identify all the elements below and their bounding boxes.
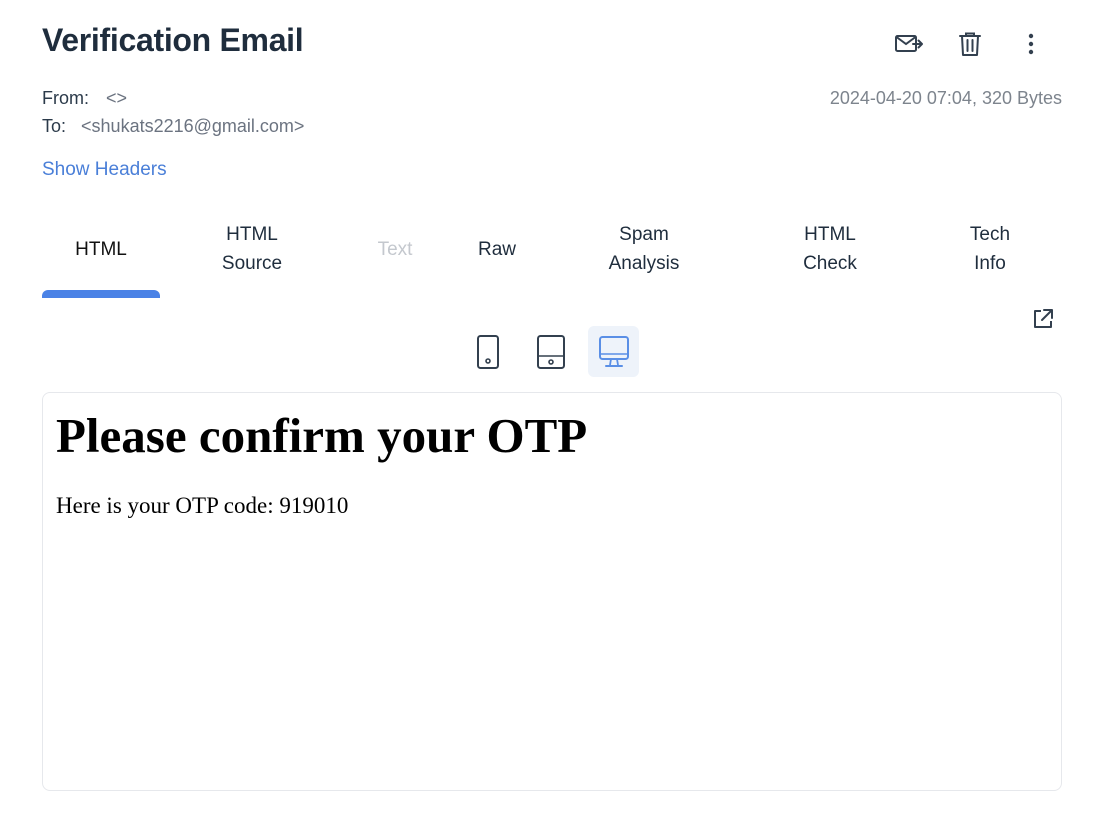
to-value: <shukats2216@gmail.com> [81, 116, 305, 136]
tab-html-source[interactable]: HTML Source [182, 208, 322, 290]
desktop-view-button[interactable] [588, 326, 639, 377]
email-subject: Verification Email [42, 22, 304, 58]
trash-icon [959, 32, 981, 56]
more-vertical-icon [1028, 33, 1034, 55]
desktop-icon [598, 335, 629, 367]
email-preview-frame: Please confirm your OTP Here is your OTP… [42, 392, 1062, 791]
external-link-icon [1034, 309, 1053, 328]
tab-spam-analysis[interactable]: Spam Analysis [580, 208, 708, 290]
preview-heading: Please confirm your OTP [56, 408, 588, 463]
open-in-new-window-button[interactable] [1031, 307, 1055, 331]
email-actions [868, 26, 1051, 62]
tab-html-check[interactable]: HTML Check [770, 208, 890, 290]
delete-button[interactable] [950, 26, 990, 62]
to-row: To: <shukats2216@gmail.com> [42, 116, 304, 137]
show-headers-link[interactable]: Show Headers [42, 159, 167, 181]
forward-mail-button[interactable] [889, 26, 929, 62]
to-label: To: [42, 116, 67, 136]
date-size: 2024-04-20 07:04, 320 Bytes [829, 88, 1062, 108]
forward-mail-icon [895, 35, 923, 52]
from-label: From: [42, 88, 89, 108]
tab-tech-info[interactable]: Tech Info [940, 208, 1040, 290]
device-preview-toggle [462, 326, 651, 377]
from-value: <> [106, 88, 128, 108]
tablet-view-button[interactable] [525, 326, 576, 377]
more-options-button[interactable] [1011, 26, 1051, 62]
tablet-icon [536, 334, 565, 369]
active-tab-indicator [42, 290, 160, 298]
from-row: From: <> [42, 88, 127, 109]
mobile-icon [476, 334, 499, 369]
mobile-view-button[interactable] [462, 326, 513, 377]
tab-html[interactable]: HTML [42, 208, 160, 290]
tab-raw[interactable]: Raw [456, 208, 538, 290]
view-tabs: HTML HTML Source Text Raw Spam Analysis … [42, 208, 1062, 298]
preview-body: Here is your OTP code: 919010 [56, 493, 349, 518]
tab-text: Text [377, 238, 413, 260]
